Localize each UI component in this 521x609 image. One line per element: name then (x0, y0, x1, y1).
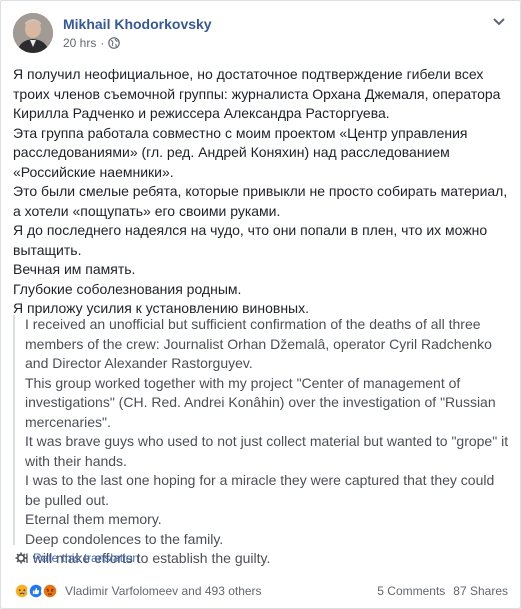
reaction-icons[interactable] (13, 582, 59, 600)
body-paragraph: Глубокие соболезнования родным. (13, 280, 242, 297)
rate-translation-link[interactable]: Rate this translation (33, 551, 139, 565)
author-name[interactable]: Mikhail Khodorkovsky (63, 16, 212, 32)
comments-count[interactable]: 5 Comments (377, 584, 445, 598)
angry-icon[interactable] (41, 582, 59, 600)
globe-icon (108, 37, 121, 49)
post-footer: Vladimir Varfolomeev and 493 others 5 Co… (13, 579, 508, 603)
translation-paragraph: I received an unofficial but sufficient … (25, 316, 492, 371)
chevron-down-icon[interactable] (492, 17, 506, 27)
translation-paragraph: It was brave guys who used to not just c… (25, 433, 509, 469)
post-card: Mikhail Khodorkovsky 20 hrs · Я получил … (0, 0, 521, 609)
avatar[interactable] (13, 13, 53, 53)
meta-separator: · (100, 36, 105, 50)
translation-block: I received an unofficial but sufficient … (13, 315, 510, 566)
post-meta: 20 hrs · (63, 36, 121, 50)
translation-paragraph: This group worked together with my proje… (25, 374, 496, 430)
body-paragraph: Я до последнего надеялся на чудо, что он… (13, 222, 488, 258)
shares-count[interactable]: 87 Shares (453, 584, 508, 598)
body-paragraph: Эта группа работала совместно с моим про… (13, 124, 468, 180)
post-time[interactable]: 20 hrs (63, 36, 96, 50)
post-body: Я получил неофициальное, но достаточное … (13, 65, 508, 319)
translation-paragraph: Eternal them memory. (25, 511, 162, 527)
rate-translation: Rate this translation (15, 551, 139, 565)
body-paragraph: Вечная им память. (13, 261, 136, 277)
translation-paragraph: I was to the last one hoping for a mirac… (25, 472, 495, 508)
body-paragraph: Это были смелые ребята, которые привыкли… (13, 183, 508, 219)
translation-paragraph: Deep condolences to the family. (25, 530, 224, 547)
gear-icon[interactable] (15, 552, 27, 564)
engagement-counts: 5 Comments 87 Shares (377, 584, 508, 598)
reactors-link[interactable]: Vladimir Varfolomeev and 493 others (65, 584, 262, 598)
post-header: Mikhail Khodorkovsky 20 hrs · (13, 13, 508, 57)
body-paragraph: Я получил неофициальное, но достаточное … (13, 66, 501, 121)
